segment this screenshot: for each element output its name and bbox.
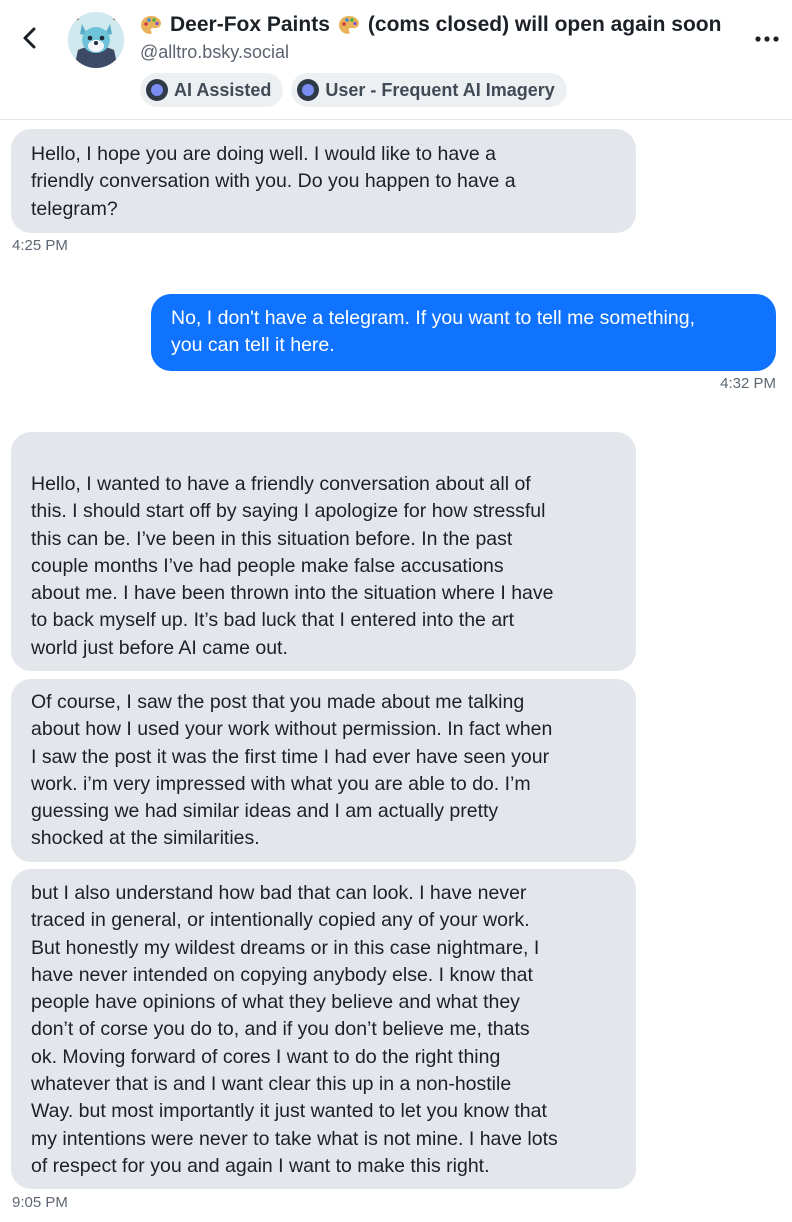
- display-name-suffix: (coms closed) will open again soon: [367, 13, 722, 36]
- back-button[interactable]: [14, 22, 46, 54]
- message-timestamp: 4:25 PM: [12, 237, 68, 254]
- ellipsis-icon: [755, 36, 779, 42]
- label-ai-assisted[interactable]: AI Assisted: [140, 73, 284, 107]
- message-bubble-outgoing[interactable]: No, I don't have a telegram. If you want…: [151, 294, 776, 371]
- avatar-image: [68, 12, 124, 68]
- user-handle[interactable]: @alltro.bsky.social: [140, 42, 289, 63]
- message-text: Of course, I saw the post that you made …: [31, 691, 553, 850]
- message-timestamp: 4:32 PM: [720, 375, 776, 392]
- display-name: Deer-Fox Paints (coms closed) will open …: [140, 13, 721, 37]
- message-text: but I also understand how bad that can l…: [31, 882, 558, 1177]
- message-text: Hello, I hope you are doing well. I woul…: [31, 143, 516, 220]
- message-bubble-incoming[interactable]: Of course, I saw the post that you made …: [11, 679, 636, 862]
- label-icon: [146, 79, 168, 101]
- avatar[interactable]: [68, 12, 124, 68]
- conversation-header: Deer-Fox Paints (coms closed) will open …: [0, 0, 792, 120]
- message-timestamp: 9:05 PM: [12, 1194, 68, 1211]
- message-text: No, I don't have a telegram. If you want…: [171, 307, 695, 357]
- message-bubble-incoming[interactable]: but I also understand how bad that can l…: [11, 869, 636, 1189]
- label-text: AI Assisted: [174, 79, 272, 100]
- display-name-text: Deer-Fox Paints: [170, 13, 330, 36]
- chevron-left-icon: [23, 27, 36, 49]
- label-icon: [297, 79, 320, 101]
- moderation-labels: AI Assisted User - Frequent AI Imagery: [140, 73, 567, 107]
- palette-emoji-icon: [141, 16, 161, 34]
- label-frequent-ai-imagery[interactable]: User - Frequent AI Imagery: [291, 73, 567, 107]
- label-text: User - Frequent AI Imagery: [325, 79, 555, 100]
- message-bubble-incoming[interactable]: Hello, I hope you are doing well. I woul…: [11, 129, 636, 233]
- palette-emoji-icon: [338, 16, 359, 34]
- message-text: Hello, I wanted to have a friendly conve…: [31, 473, 554, 659]
- message-bubble-incoming[interactable]: Hello, I wanted to have a friendly conve…: [11, 432, 636, 671]
- more-options-button[interactable]: [752, 26, 782, 52]
